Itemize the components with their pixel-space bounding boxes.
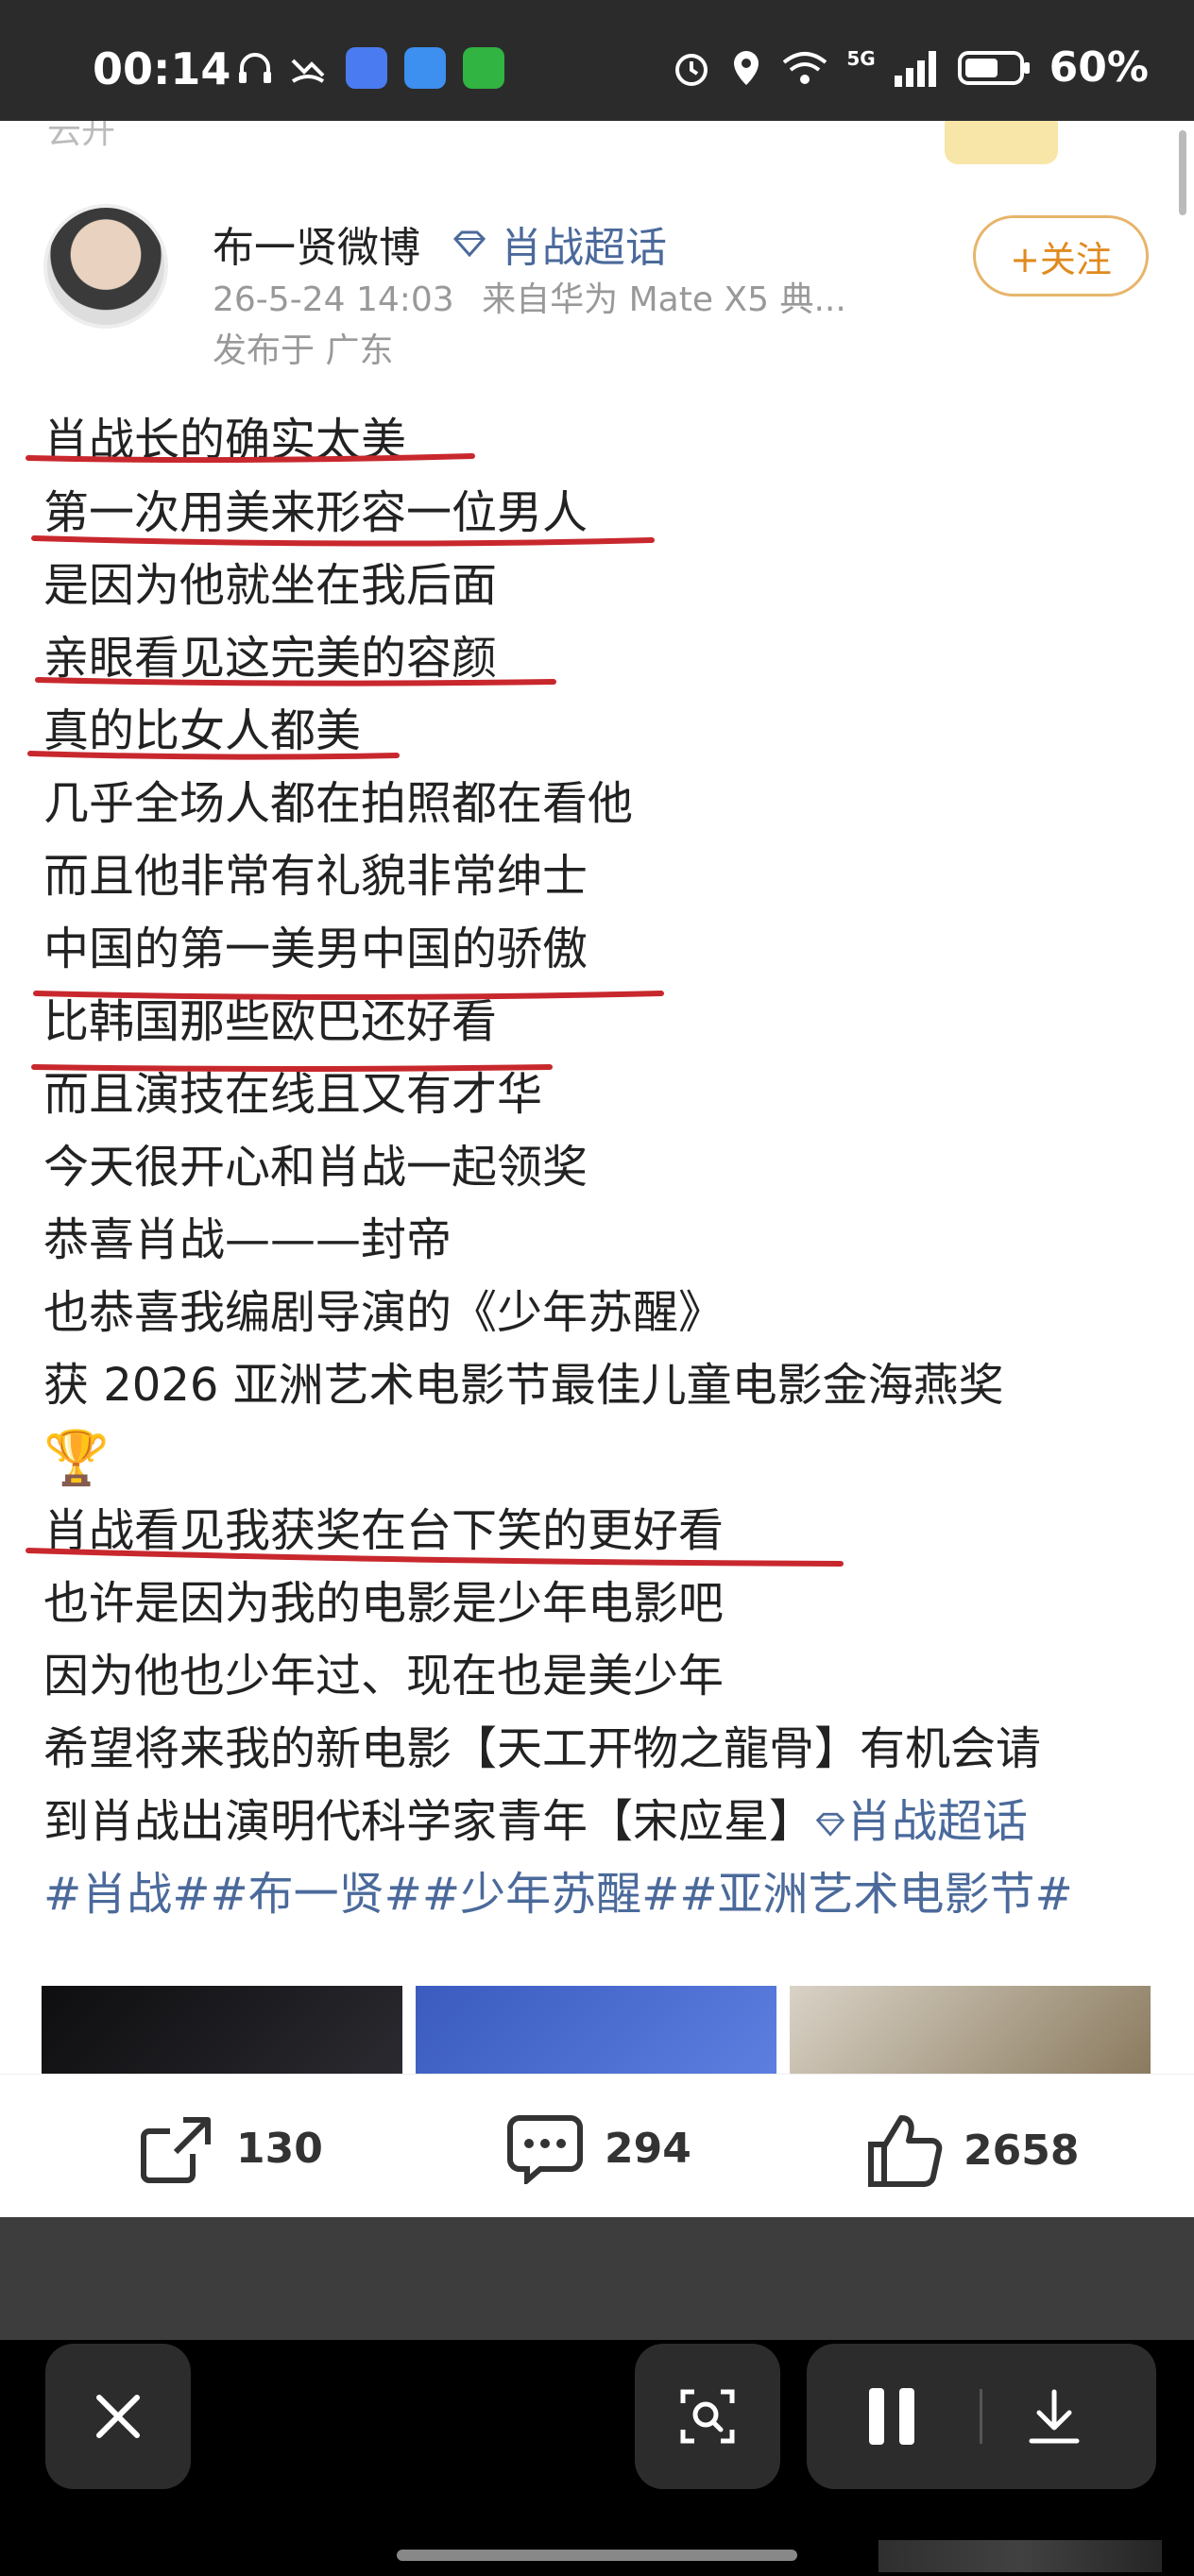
close-button[interactable]: [45, 2344, 191, 2489]
top-strip: 云开: [0, 121, 1194, 164]
weather-app-icon: [404, 47, 446, 89]
image-thumbnail[interactable]: [42, 1986, 402, 2076]
follow-button[interactable]: +关注: [973, 215, 1149, 297]
body-line: 获 2026 亚洲艺术电影节最佳儿童电影金海燕奖: [43, 1359, 1004, 1412]
download-icon: [1029, 2389, 1080, 2444]
battery-percent: 60%: [1049, 43, 1149, 92]
post-timestamp: 26-5-24 14:03: [213, 280, 454, 319]
body-line: 而且演技在线且又有才华: [43, 1068, 543, 1121]
share-button[interactable]: 130: [138, 2112, 323, 2184]
trophy-icon: 🏆: [43, 1428, 110, 1489]
body-line: 因为他也少年过、现在也是美少年: [43, 1650, 725, 1703]
location-icon: [734, 50, 759, 85]
download-button[interactable]: [1024, 2386, 1084, 2450]
body-line: 今天很开心和肖战一起领奖: [43, 1141, 588, 1194]
author-name[interactable]: 布一贤微博: [213, 213, 420, 274]
top-strip-text: 云开: [47, 121, 116, 151]
scrollbar[interactable]: [1179, 130, 1186, 215]
share-count: 130: [236, 2124, 323, 2173]
pause-button[interactable]: [863, 2386, 920, 2450]
body-line: 也恭喜我编剧导演的《少年苏醒》: [43, 1286, 725, 1339]
post-location: 发布于 广东: [213, 331, 394, 370]
pause-icon: [869, 2388, 914, 2445]
message-app-icon: [346, 47, 387, 89]
wechat-icon: [463, 47, 504, 89]
avatar[interactable]: [43, 204, 168, 329]
body-line: 也许是因为我的电影是少年电影吧: [43, 1577, 725, 1630]
image-thumbnails[interactable]: [42, 1986, 1152, 2076]
status-time: 00:14: [93, 43, 231, 94]
diamond-icon: [815, 1812, 845, 1837]
super-topic-link-label: 肖战超话: [846, 1795, 1029, 1848]
body-line: 而且他非常有礼貌非常绅士: [43, 850, 588, 903]
close-icon: [96, 2395, 140, 2438]
watermark: [878, 2540, 1162, 2572]
body-line: 亲眼看见这完美的容颜: [43, 632, 498, 685]
action-bar: 130 294 2658: [0, 2074, 1194, 2217]
post-source: 来自华为 Mate X5 典...: [482, 280, 846, 319]
network-type: 5G: [846, 46, 876, 70]
hashtags[interactable]: #肖战##布一贤##少年苏醒##亚洲艺术电影节#: [43, 1858, 1158, 1931]
headphones-icon: [239, 53, 271, 83]
super-topic-label: 肖战超话: [501, 224, 667, 272]
thumbs-up-icon: [868, 2115, 943, 2187]
body-line: 希望将来我的新电影【天工开物之龍骨】有机会请: [43, 1722, 1042, 1775]
share-icon: [141, 2117, 211, 2183]
super-topic-badge[interactable]: [945, 121, 1058, 164]
post-page[interactable]: 云开 布一贤微博 肖战超话 26-5-24 14:03 来自华为 Mate X5…: [0, 121, 1194, 2217]
super-topic-tag[interactable]: 肖战超话: [452, 213, 667, 274]
battery-icon: [957, 50, 1030, 85]
wifi-icon: [783, 51, 827, 84]
signal-icon: [894, 50, 936, 87]
super-topic-link[interactable]: 肖战超话: [814, 1795, 1028, 1848]
body-line: 肖战长的确实太美: [43, 414, 407, 466]
body-line: 恭喜肖战———封帝: [43, 1213, 452, 1266]
like-button[interactable]: 2658: [865, 2112, 1079, 2188]
home-indicator[interactable]: [397, 2550, 797, 2561]
diamond-icon: [452, 230, 486, 258]
missed-call-icon: [291, 59, 325, 83]
body-line: 比韩国那些欧巴还好看: [43, 995, 498, 1048]
body-line: 到肖战出演明代科学家青年【宋应星】 肖战超话: [43, 1786, 1158, 1858]
body-line: 肖战看见我获奖在台下笑的更好看: [43, 1504, 725, 1557]
comment-icon: [507, 2115, 583, 2184]
image-thumbnail[interactable]: [790, 1986, 1151, 2076]
comment-count: 294: [605, 2124, 691, 2173]
body-line: 第一次用美来形容一位男人: [43, 486, 588, 539]
body-line: 真的比女人都美: [43, 704, 362, 757]
divider: [980, 2389, 982, 2444]
comment-button[interactable]: 294: [506, 2112, 691, 2184]
body-line: 几乎全场人都在拍照都在看他: [43, 777, 634, 830]
like-count: 2658: [964, 2126, 1080, 2175]
image-thumbnail[interactable]: [416, 1986, 776, 2076]
post-meta: 26-5-24 14:03 来自华为 Mate X5 典...: [213, 272, 846, 321]
status-bar: 00:14 5G 60%: [0, 0, 1194, 121]
overlay-strip: [0, 2217, 1194, 2340]
body-line: 是因为他就坐在我后面: [43, 559, 498, 612]
screenshot-button[interactable]: [635, 2344, 780, 2489]
scan-icon: [680, 2389, 735, 2444]
alarm-icon: [675, 53, 708, 86]
body-line-text: 到肖战出演明代科学家青年【宋应星】: [43, 1795, 815, 1848]
playback-controls: [807, 2344, 1156, 2489]
body-line: 中国的第一美男中国的骄傲: [43, 923, 588, 975]
post-body: 肖战长的确实太美 第一次用美来形容一位男人 是因为他就坐在我后面 亲眼看见这完美…: [43, 404, 1158, 1931]
